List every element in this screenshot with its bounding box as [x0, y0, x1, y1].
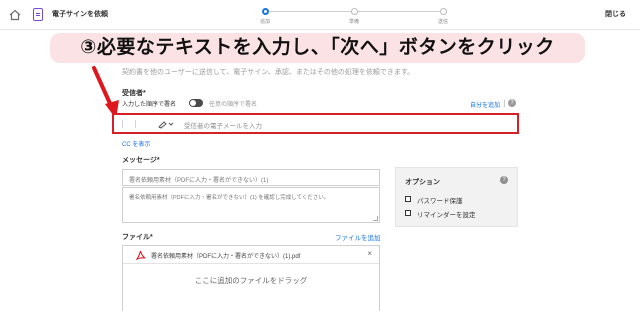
top-bar: 電子サインを依頼 追加 準備 送信 閉じる: [0, 0, 640, 30]
signing-order-toggle[interactable]: [189, 99, 203, 107]
file-name: 署名依頼用素材（PDFに入力・署名ができない）(1).pdf: [151, 254, 301, 260]
remove-file-button[interactable]: ×: [367, 249, 372, 258]
file-row: 署名依頼用素材（PDFに入力・署名ができない）(1).pdf ×: [123, 246, 379, 264]
step-label-add: 追加: [259, 19, 271, 25]
step-dot-add: [262, 8, 269, 15]
drag-handle[interactable]: [122, 120, 123, 128]
step-label-send: 送信: [437, 19, 449, 25]
help-icon[interactable]: ?: [500, 176, 508, 184]
file-drop-zone-text: ここに追加のファイルをドラッグ: [194, 276, 308, 285]
message-subject-value: 署名依頼用素材（PDFに入力・署名ができない）(1): [129, 178, 269, 184]
message-body-value: 署名依頼用素材（PDFに入力・署名ができない）(1) を確認し完成してください。: [129, 195, 330, 201]
page-title: 電子サインを依頼: [52, 11, 108, 18]
any-order-label: 任意の順序で署名: [209, 102, 258, 108]
add-self-link[interactable]: 自分を追加: [470, 100, 500, 109]
pdf-icon: [136, 250, 146, 260]
options-panel: オプション ? パスワード保護 リマインダーを設定: [395, 167, 518, 227]
intro-text: 契約書を他のユーザーに送信して、電子サイン、承認、またはその他の処理を依頼できま…: [122, 69, 415, 76]
options-title: オプション: [405, 179, 440, 186]
message-body-textarea[interactable]: 署名依頼用素材（PDFに入力・署名ができない）(1) を確認し完成してください。: [122, 187, 380, 223]
signing-order-label: 入力した順序で署名: [122, 102, 177, 108]
files-label: ファイル*: [122, 234, 153, 241]
recipient-email-field[interactable]: 受信者の電子メールを入力: [112, 113, 519, 134]
add-files-link[interactable]: ファイルを追加: [335, 232, 381, 242]
message-subject-input[interactable]: 署名依頼用素材（PDFに入力・署名ができない）(1): [122, 169, 380, 186]
recipients-label: 受信者*: [122, 90, 146, 97]
resize-handle-icon[interactable]: [373, 216, 378, 221]
help-icon[interactable]: ?: [508, 99, 516, 107]
message-label: メッセージ*: [122, 157, 160, 164]
divider: [135, 120, 136, 128]
step-dot-prepare: [351, 8, 358, 15]
instruction-banner: ③必要なテキストを入力し、「次へ」ボタンをクリック: [50, 33, 585, 63]
password-option-label: パスワード保護: [417, 198, 463, 205]
step-label-prepare: 準備: [348, 19, 360, 25]
reminder-option-label: リマインダーを設定: [417, 212, 476, 219]
show-cc-link[interactable]: CC を表示: [122, 139, 150, 148]
reminder-checkbox[interactable]: [405, 210, 411, 216]
signature-pen-icon[interactable]: [157, 119, 175, 129]
file-list[interactable]: 署名依頼用素材（PDFに入力・署名ができない）(1).pdf × ここに追加のフ…: [122, 245, 380, 311]
progress-steps: 追加 準備 送信: [259, 6, 449, 26]
instruction-text: ③必要なテキストを入力し、「次へ」ボタンをクリック: [80, 37, 555, 58]
divider: [504, 100, 505, 107]
step-dot-send: [440, 8, 447, 15]
close-button[interactable]: 閉じる: [605, 9, 626, 19]
recipient-email-placeholder: 受信者の電子メールを入力: [184, 123, 262, 130]
document-icon: [33, 8, 43, 21]
password-checkbox[interactable]: [405, 196, 411, 202]
home-icon[interactable]: [9, 9, 21, 21]
